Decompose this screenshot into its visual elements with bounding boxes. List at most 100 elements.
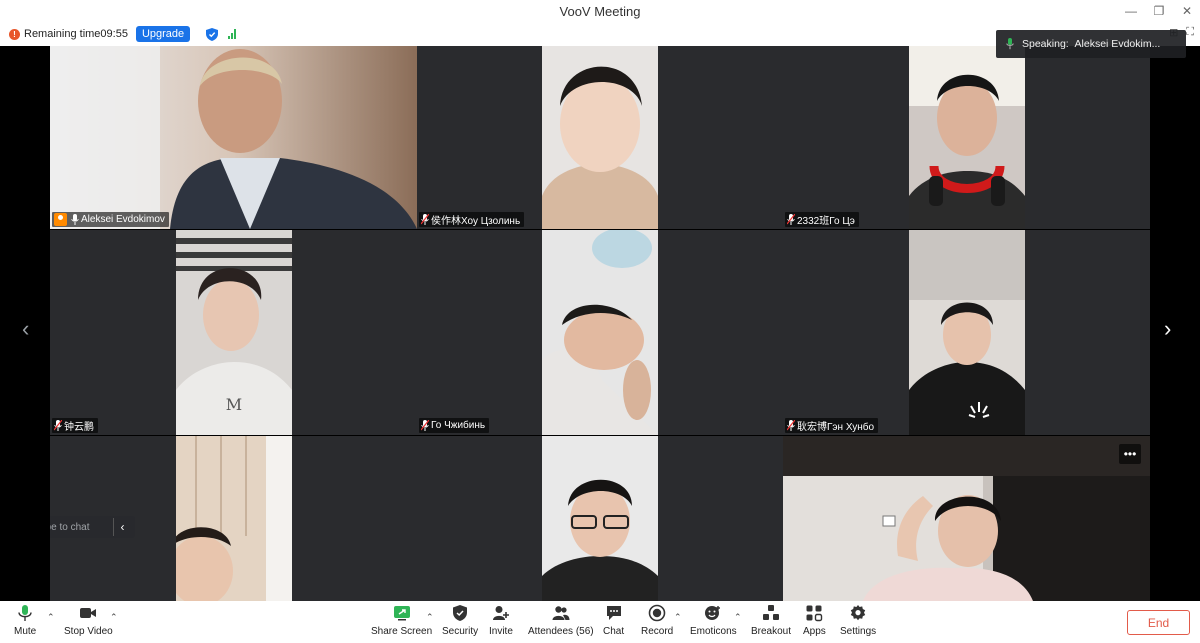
stop-video-label: Stop Video [64,626,113,637]
participant-name-tag: 钟云鹏 [52,418,98,433]
window-controls: — ❐ ✕ [1124,0,1194,22]
emoticons-options-chevron-icon[interactable]: ⌃ [734,612,742,623]
video-frame [542,46,658,229]
video-frame: M [176,230,292,435]
video-frame [783,436,1150,601]
svg-text:M: M [226,395,242,414]
next-page-icon[interactable]: › [1164,316,1171,342]
participant-video [50,46,417,229]
video-frame [50,46,417,229]
video-tile-9[interactable]: ••• [783,436,1150,601]
share-screen-label: Share Screen [371,626,433,637]
warning-icon: ! [9,28,20,40]
upgrade-button[interactable]: Upgrade [135,26,191,42]
participant-video [542,436,658,601]
video-frame [909,230,1025,435]
video-frame [542,230,658,435]
record-button[interactable]: Record [641,604,673,637]
video-frame [909,46,1025,229]
chat-button[interactable]: Chat [603,604,624,637]
apps-grid-icon [806,605,823,622]
participant-video [542,230,658,435]
end-meeting-button[interactable]: End [1127,610,1190,635]
settings-button[interactable]: Settings [840,604,876,637]
participant-name: 钟云鹏 [64,422,94,433]
share-screen-icon [393,606,410,621]
participant-video [176,436,292,601]
breakout-button[interactable]: Breakout [751,604,791,637]
share-options-chevron-icon[interactable]: ⌃ [426,612,434,623]
participant-video: M [176,230,292,435]
breakout-label: Breakout [751,626,792,637]
emoticons-label: Emoticons [690,626,737,637]
video-tile-3[interactable]: 2332班Го Цэ [783,46,1150,229]
participant-video [542,46,658,229]
video-tile-8[interactable] [417,436,783,601]
window-title: VooV Meeting [559,3,641,19]
speaking-label: Speaking: [1022,38,1069,50]
bottom-toolbar: Mute ⌃ Stop Video ⌃ Share Screen ⌃ Secur… [0,601,1200,643]
participant-name-tag: 2332班Го Цэ [785,212,859,227]
collapse-chat-icon[interactable]: ‹ [113,518,131,536]
microphone-icon [1006,38,1014,50]
record-options-chevron-icon[interactable]: ⌃ [674,612,682,623]
participant-name-tag: Го Чжибинь [419,418,490,433]
invite-label: Invite [489,626,513,637]
meeting-window: VooV Meeting — ❐ ✕ ! Remaining time09:55… [0,0,1200,643]
participant-video [909,230,1025,435]
video-frame [176,436,292,601]
share-screen-button[interactable]: Share Screen [371,604,432,637]
chat-input-pill[interactable]: Type to chat ‹ [50,516,135,538]
security-button[interactable]: Security [442,604,478,637]
previous-page-icon[interactable]: ‹ [22,316,29,342]
remaining-value: 09:55 [100,28,128,40]
mute-button[interactable]: Mute [14,604,36,637]
apps-label: Apps [803,626,826,637]
video-tile-6[interactable]: 耿宏博Гэн Хунбо [783,230,1150,435]
participant-name-tag: Aleksei Evdokimov [52,212,169,227]
attendees-button[interactable]: Attendees (56) [528,604,594,637]
attendees-icon [552,606,570,620]
more-options-button[interactable]: ••• [1119,444,1141,464]
apps-button[interactable]: Apps [803,604,826,637]
participant-name: Го Чжибинь [431,420,486,431]
mute-options-chevron-icon[interactable]: ⌃ [47,612,55,623]
mute-label: Mute [14,626,37,637]
participant-video [909,46,1025,229]
shield-icon [453,605,468,621]
microphone-muted-icon [787,420,795,431]
stop-video-button[interactable]: Stop Video [64,604,113,637]
invite-button[interactable]: Invite [489,604,513,637]
gear-icon [850,605,866,621]
fullscreen-icon[interactable]: ⛶ [1186,26,1194,39]
breakout-rooms-icon [763,605,780,620]
video-tile-1[interactable]: Aleksei Evdokimov [50,46,417,229]
minimize-icon[interactable]: — [1124,0,1138,22]
signal-icon[interactable] [228,29,237,39]
video-tile-7[interactable]: Type to chat ‹ [50,436,417,601]
microphone-muted-icon [421,214,429,225]
title-bar: VooV Meeting — ❐ ✕ [0,0,1200,22]
video-tile-4[interactable]: M 钟云鹏 [50,230,417,435]
chat-label: Chat [603,626,625,637]
participant-name: 耿宏博Гэн Хунбо [797,422,875,433]
add-user-icon [492,606,509,620]
video-frame [542,436,658,601]
restore-icon[interactable]: ❐ [1152,0,1166,22]
attendees-label: Attendees (56) [528,626,594,637]
video-options-chevron-icon[interactable]: ⌃ [110,612,118,623]
record-icon [648,604,666,622]
chat-placeholder[interactable]: Type to chat [50,522,89,533]
microphone-icon [18,605,32,621]
microphone-muted-icon [787,214,795,225]
video-tile-2[interactable]: 侯作林Хоу Цзолинь [417,46,783,229]
security-label: Security [442,626,479,637]
participant-name: 2332班Го Цэ [797,216,855,227]
emoticons-button[interactable]: Emoticons [690,604,737,637]
microphone-muted-icon [421,420,429,431]
shield-icon[interactable] [206,27,219,41]
emoticon-icon [705,606,721,620]
close-icon[interactable]: ✕ [1180,0,1194,22]
video-tile-5[interactable]: Го Чжибинь [417,230,783,435]
speaking-name: Aleksei Evdokim... [1074,38,1161,50]
